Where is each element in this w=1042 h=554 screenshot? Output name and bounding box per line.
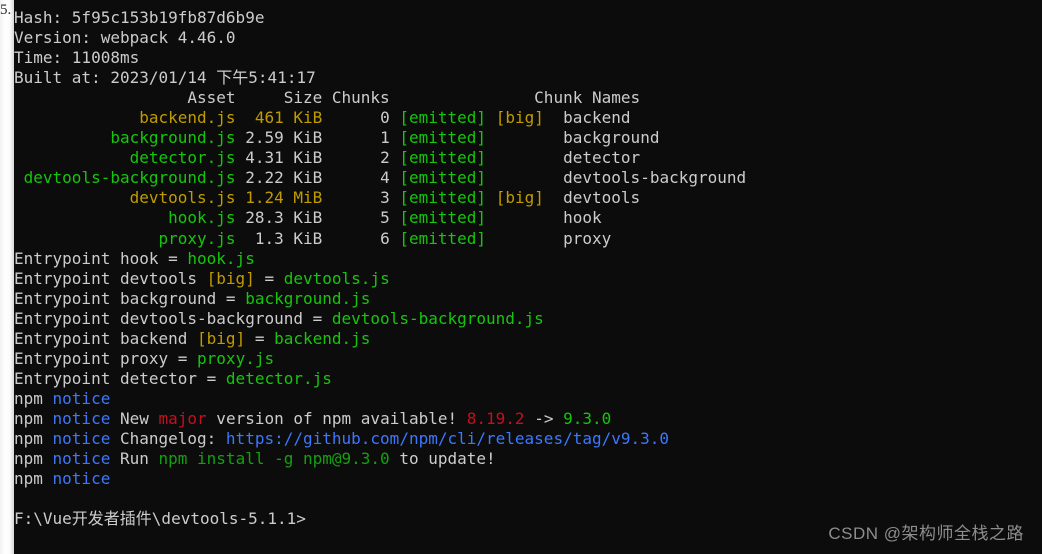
asset-table-row: detector.js 4.31 KiB 2 [emitted] detecto… bbox=[129, 148, 641, 168]
document-left-edge: 5. bbox=[0, 0, 14, 554]
npm-notice-blank-2: npm notice bbox=[14, 469, 111, 489]
npm-notice-update: npm notice New major version of npm avai… bbox=[14, 408, 612, 428]
entrypoint-line: Entrypoint detector = detector.js bbox=[14, 368, 332, 388]
asset-table-row: backend.js 461 KiB 0 [emitted] [big] bac… bbox=[139, 108, 631, 128]
entrypoint-line: Entrypoint proxy = proxy.js bbox=[14, 348, 275, 368]
document-edge-partial-text: 5. bbox=[0, 2, 12, 18]
asset-table-row: devtools.js 1.24 MiB 3 [emitted] [big] d… bbox=[129, 188, 641, 208]
terminal-window[interactable]: Hash: 5f95c153b19fb87d6b9e Version: webpa… bbox=[14, 0, 1042, 554]
asset-table-row: background.js 2.59 KiB 1 [emitted] backg… bbox=[110, 128, 660, 148]
csdn-watermark: CSDN @架构师全栈之路 bbox=[828, 524, 1024, 543]
terminal-output: Hash: 5f95c153b19fb87d6b9e Version: webpa… bbox=[14, 8, 1042, 529]
entrypoint-line: Entrypoint devtools-background = devtool… bbox=[14, 308, 544, 328]
built-at-line: Built at: 2023/01/14 下午5:41:17 bbox=[14, 68, 316, 88]
entrypoint-line: Entrypoint background = background.js bbox=[14, 288, 371, 308]
prompt-path: F:\Vue开发者插件\devtools-5.1.1> bbox=[14, 509, 306, 529]
asset-table-row: devtools-background.js 2.22 KiB 4 [emitt… bbox=[23, 168, 747, 188]
entrypoint-line: Entrypoint devtools [big] = devtools.js bbox=[14, 268, 390, 288]
asset-table-header: Asset Size Chunks Chunk Names bbox=[14, 88, 641, 108]
npm-notice-blank: npm notice bbox=[14, 388, 111, 408]
hash-line: Hash: 5f95c153b19fb87d6b9e bbox=[14, 8, 265, 27]
screenshot-root: 5. Hash: 5f95c153b19fb87d6b9e Version: we… bbox=[0, 0, 1042, 554]
asset-table-row: hook.js 28.3 KiB 5 [emitted] hook bbox=[168, 208, 602, 228]
asset-table-row: proxy.js 1.3 KiB 6 [emitted] proxy bbox=[158, 228, 612, 248]
npm-notice-changelog: npm notice Changelog: https://github.com… bbox=[14, 428, 670, 448]
time-line: Time: 11008ms bbox=[14, 48, 140, 68]
version-line: Version: webpack 4.46.0 bbox=[14, 28, 236, 48]
entrypoint-line: Entrypoint hook = hook.js bbox=[14, 248, 255, 268]
entrypoint-line: Entrypoint backend [big] = backend.js bbox=[14, 328, 371, 348]
npm-notice-run: npm notice Run npm install -g npm@9.3.0 … bbox=[14, 449, 496, 469]
